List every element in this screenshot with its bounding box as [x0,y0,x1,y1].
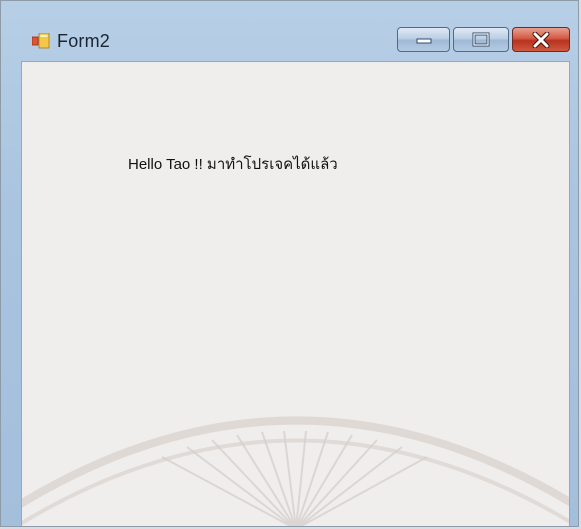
watermark-graphic [22,416,569,526]
maximize-icon [472,32,490,46]
form-client-area: Hello Tao !! มาทำโปรเจคได้แล้ว [21,61,570,526]
form2-window: Form2 Hello Tao !! มาทำโปรเจคได้แล้ว [0,0,579,527]
close-icon [532,31,550,48]
minimize-icon [416,38,431,43]
close-button[interactable] [512,27,570,52]
title-bar[interactable]: Form2 [1,1,578,57]
minimize-button[interactable] [397,27,450,52]
maximize-button[interactable] [453,27,509,52]
form-icon [32,33,50,49]
window-title: Form2 [57,31,111,51]
